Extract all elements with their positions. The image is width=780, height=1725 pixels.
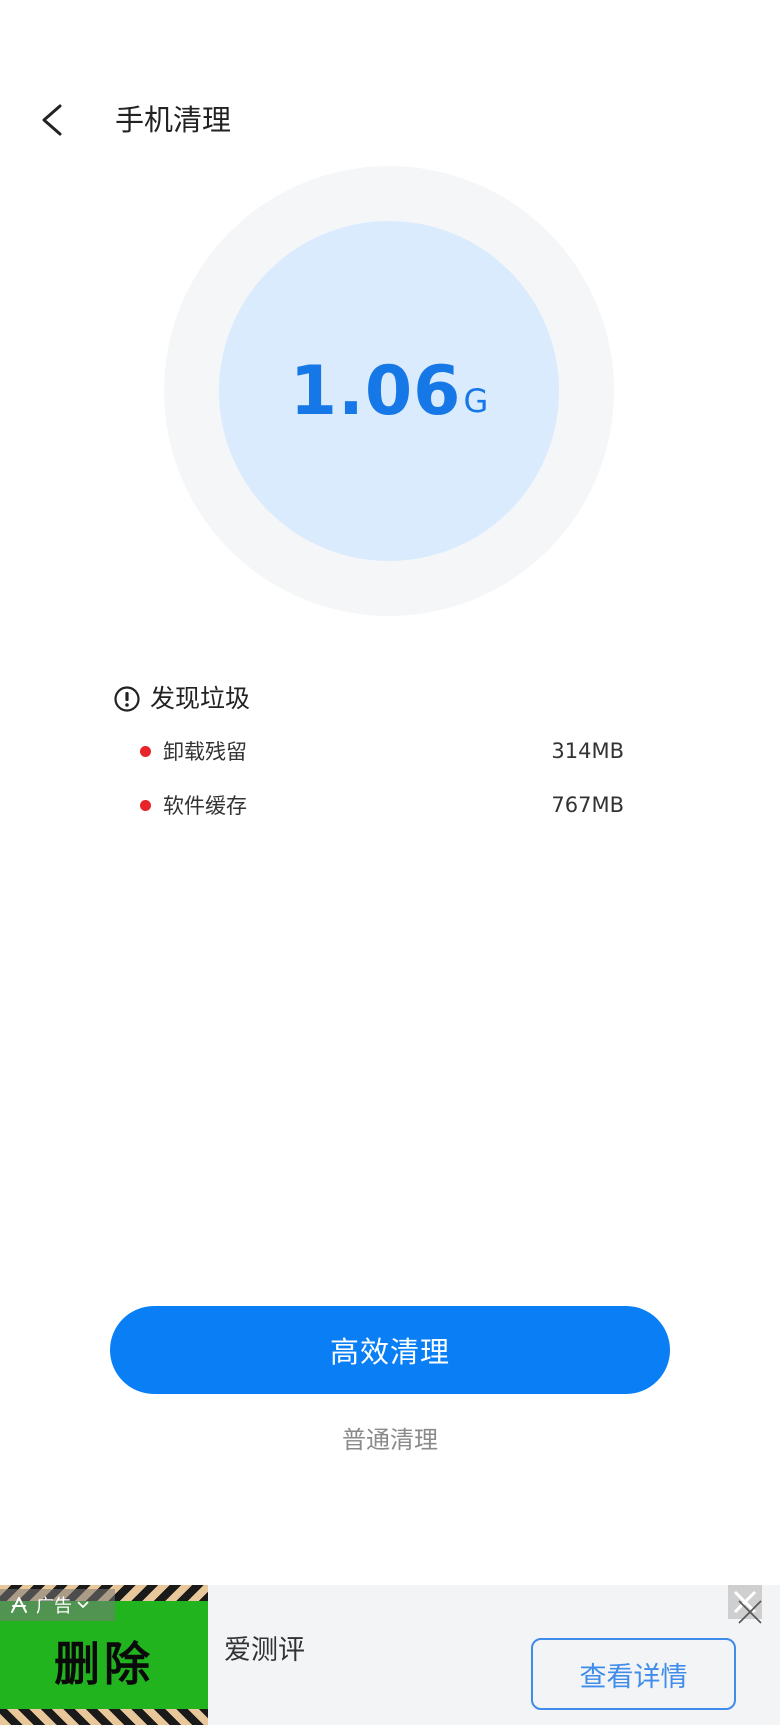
junk-item-value: 767MB <box>551 793 624 817</box>
chevron-left-icon <box>42 104 62 136</box>
ad-image[interactable]: 删除 广告 <box>0 1585 208 1725</box>
ad-banner[interactable]: 删除 广告 爱测评 查看详情 <box>0 1585 780 1725</box>
junk-item-uninstall-residue: 卸载残留 314MB <box>140 734 624 768</box>
junk-item-label: 软件缓存 <box>163 794 247 818</box>
ad-view-details-button[interactable]: 查看详情 <box>531 1638 736 1710</box>
ad-tag-label: 广告 <box>36 1596 72 1617</box>
junk-item-value: 314MB <box>551 739 624 763</box>
efficient-clean-button[interactable]: 高效清理 <box>110 1306 670 1394</box>
ad-image-text: 删除 <box>54 1637 154 1691</box>
red-dot-icon <box>140 799 151 811</box>
ad-logo-icon <box>11 1597 27 1613</box>
junk-section-title: 发现垃圾 <box>150 684 251 713</box>
alert-circle-icon <box>114 686 140 712</box>
chevron-down-icon <box>77 1601 89 1609</box>
junk-size-unit: G <box>463 382 489 420</box>
back-button[interactable] <box>34 98 74 142</box>
junk-item-app-cache: 软件缓存 767MB <box>140 788 624 822</box>
junk-size-display: 1.06 G <box>219 221 559 561</box>
red-dot-icon <box>140 745 151 757</box>
junk-size-value: 1.06 <box>289 351 462 431</box>
junk-item-label: 卸载残留 <box>163 740 247 764</box>
normal-clean-link[interactable]: 普通清理 <box>0 1420 780 1455</box>
close-icon[interactable] <box>735 1597 765 1627</box>
ad-tag[interactable]: 广告 <box>0 1589 115 1621</box>
page-title: 手机清理 <box>115 103 232 137</box>
ad-app-name: 爱测评 <box>224 1635 305 1666</box>
ad-image-pattern <box>0 1709 208 1725</box>
